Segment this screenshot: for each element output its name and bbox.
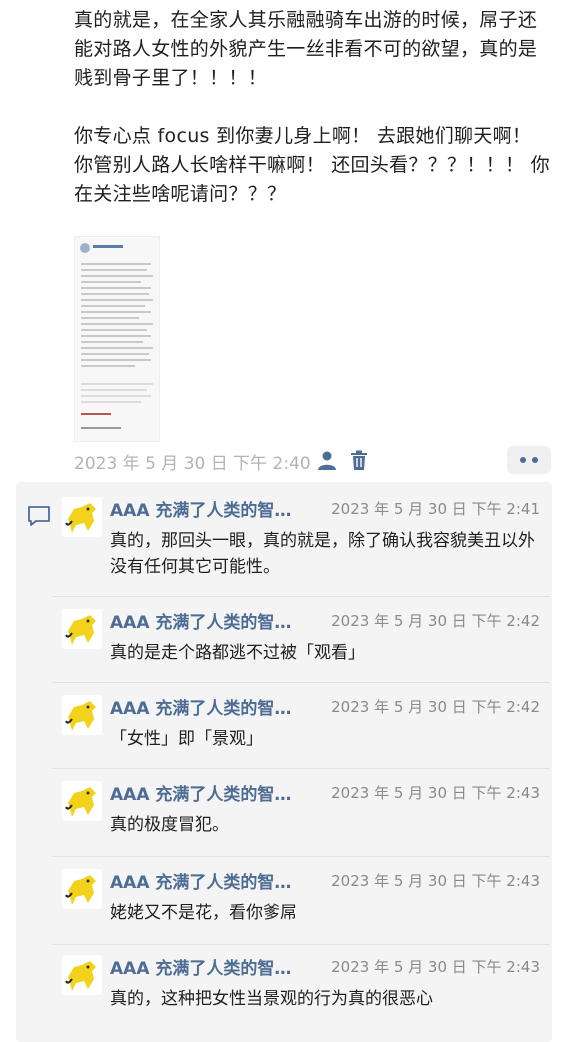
comment-text: 真的极度冒犯。 — [110, 815, 229, 835]
comment-author[interactable]: AAA 充满了人类的智… — [110, 868, 291, 893]
comment-author[interactable]: AAA 充满了人类的智… — [110, 496, 291, 521]
post-timestamp: 2023 年 5 月 30 日 下午 2:40 — [74, 454, 311, 474]
comment-item[interactable]: AAA 充满了人类的智… 2023 年 5 月 30 日 下午 2:43 真的，… — [52, 942, 550, 1030]
thumbnail-avatar — [80, 243, 90, 253]
comment-time: 2023 年 5 月 30 日 下午 2:43 — [331, 784, 540, 802]
comment-author[interactable]: AAA 充满了人类的智… — [110, 608, 291, 633]
more-options-button[interactable] — [507, 446, 551, 474]
avatar[interactable] — [62, 781, 102, 821]
comment-time: 2023 年 5 月 30 日 下午 2:42 — [331, 612, 540, 630]
avatar[interactable] — [62, 869, 102, 909]
comment-text: 真的是走个路都逃不过被「观看」 — [110, 643, 365, 663]
comment-item[interactable]: AAA 充满了人类的智… 2023 年 5 月 30 日 下午 2:41 真的，… — [52, 484, 550, 577]
comment-author[interactable]: AAA 充满了人类的智… — [110, 780, 291, 805]
post-text: 真的就是，在全家人其乐融融骑车出游的时候，屌子还能对路人女性的外貌产生一丝非看不… — [74, 9, 550, 205]
comment-text: 「女性」即「景观」 — [110, 729, 263, 749]
comment-time: 2023 年 5 月 30 日 下午 2:42 — [331, 698, 540, 716]
comment-time: 2023 年 5 月 30 日 下午 2:43 — [331, 872, 540, 890]
trash-icon[interactable] — [348, 449, 370, 471]
avatar[interactable] — [62, 695, 102, 735]
comment-text: 姥姥又不是花，看你爹屌 — [110, 903, 297, 923]
person-icon[interactable] — [316, 450, 338, 472]
comment-time: 2023 年 5 月 30 日 下午 2:41 — [331, 500, 540, 518]
comment-bubble-icon — [27, 505, 51, 527]
comment-item[interactable]: AAA 充满了人类的智… 2023 年 5 月 30 日 下午 2:42 真的是… — [52, 596, 550, 684]
comment-item[interactable]: AAA 充满了人类的智… 2023 年 5 月 30 日 下午 2:43 姥姥又… — [52, 856, 550, 944]
comment-author[interactable]: AAA 充满了人类的智… — [110, 954, 291, 979]
comment-item[interactable]: AAA 充满了人类的智… 2023 年 5 月 30 日 下午 2:42 「女性… — [52, 682, 550, 770]
avatar[interactable] — [62, 609, 102, 649]
comment-text: 真的，那回头一眼，真的就是，除了确认我容貌美丑以外没有任何其它可能性。 — [110, 531, 535, 577]
post-image-thumbnail[interactable] — [74, 236, 160, 442]
comment-item[interactable]: AAA 充满了人类的智… 2023 年 5 月 30 日 下午 2:43 真的极… — [52, 768, 550, 856]
thumbnail-username — [93, 245, 123, 248]
avatar[interactable] — [62, 955, 102, 995]
comment-time: 2023 年 5 月 30 日 下午 2:43 — [331, 958, 540, 976]
comment-text: 真的，这种把女性当景观的行为真的很恶心 — [110, 989, 433, 1009]
avatar[interactable] — [62, 497, 102, 537]
comment-author[interactable]: AAA 充满了人类的智… — [110, 694, 291, 719]
more-dots-icon — [520, 457, 526, 463]
